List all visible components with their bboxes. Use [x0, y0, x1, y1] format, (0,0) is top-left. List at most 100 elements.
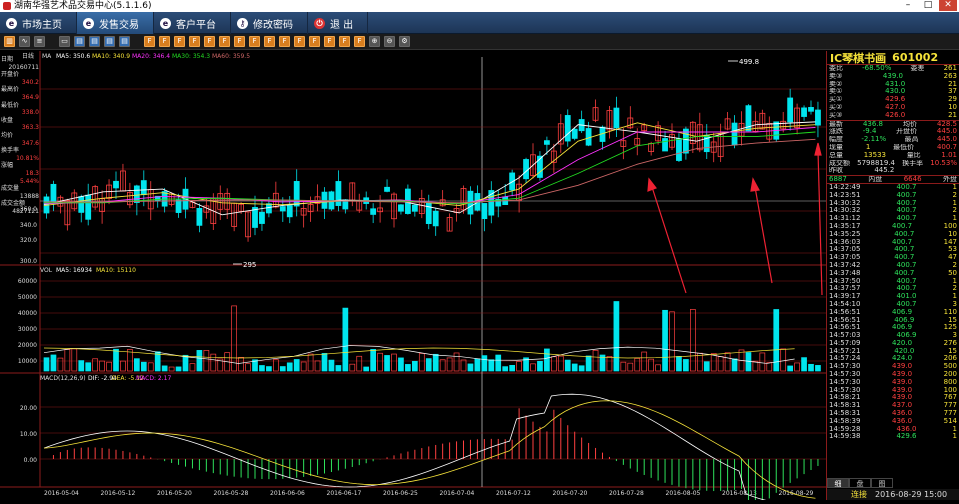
nav-trading[interactable]: e 发售交易	[77, 12, 154, 34]
nav-market-home[interactable]: e 市场主页	[0, 12, 77, 34]
info-label: 成交金额	[1, 200, 26, 208]
volume-bar	[286, 362, 293, 372]
nav-change-password[interactable]: ⚷ 修改密码	[231, 12, 308, 34]
info-label: 最低价	[1, 101, 20, 109]
volume-bar	[467, 363, 474, 372]
nav-client-platform[interactable]: e 客户平台	[154, 12, 231, 34]
ma30-legend: MA30: 354.3	[172, 53, 210, 60]
zoom-in-icon[interactable]: ⊕	[369, 36, 380, 47]
date-axis-label: 2016-07-28	[609, 490, 644, 497]
volume-bar	[571, 363, 578, 372]
tick-row: 14:57:21 420.0 15	[829, 347, 957, 355]
status-datetime: 2016-08-29 15:00	[875, 490, 948, 499]
function-key-icon[interactable]: F	[249, 36, 260, 47]
candle-body	[815, 109, 821, 126]
line-icon[interactable]: ∿	[19, 36, 30, 47]
function-key-icon[interactable]: F	[354, 36, 365, 47]
tool-icon[interactable]: ▤	[104, 36, 115, 47]
order-book-row: 买② 427.0 10	[829, 103, 957, 111]
info-label: 最高价	[1, 86, 20, 94]
info-value: 338.0	[21, 109, 39, 117]
tab-book[interactable]: 盘	[849, 478, 871, 488]
minimize-icon[interactable]: –	[899, 0, 917, 11]
window-controls: – □ ✕	[899, 0, 957, 12]
order-book-row: 卖① 430.0 37	[829, 88, 957, 96]
tool-icon[interactable]: ▭	[59, 36, 70, 47]
volume-axis-label: 30000	[18, 326, 37, 333]
volume-bar	[537, 360, 543, 372]
function-key-icon[interactable]: F	[279, 36, 290, 47]
tick-list[interactable]: 14:22:49 400.7 1 14:23:51 400.7 2 14:30:32 400.…	[827, 184, 959, 441]
volume-bar	[259, 365, 265, 372]
function-key-icon[interactable]: F	[189, 36, 200, 47]
vol-ma5-legend: MA5: 16934	[56, 267, 92, 274]
quote-stat-row: 成交额 5798819.4 换手率 10.53%	[829, 159, 957, 167]
chart-area[interactable]: MA MA5: 350.6 MA10: 340.9 MA20: 346.4 MA…	[0, 51, 826, 504]
tick-row: 14:37:05 400.7 53	[829, 246, 957, 254]
volume-bar	[815, 365, 821, 372]
candle-body	[252, 207, 258, 228]
in-out-row: 6887 内盘 6646 外盘	[827, 176, 959, 184]
function-key-icon[interactable]: F	[219, 36, 230, 47]
tick-row: 14:58:31 437.0 777	[829, 402, 957, 410]
tab-chart[interactable]: 图	[871, 478, 893, 488]
volume-bar	[544, 348, 550, 372]
settings-icon[interactable]: ⚙	[399, 36, 410, 47]
tick-row: 14:57:30 439.0 200	[829, 371, 957, 379]
date-axis-label: 2016-06-25	[383, 490, 418, 497]
close-icon[interactable]: ✕	[939, 0, 957, 11]
quote-stat-row: 最新 436.8 均价 428.5	[829, 120, 957, 128]
volume-bar	[196, 350, 203, 372]
info-value: 363.3	[21, 124, 39, 132]
volume-bar	[488, 359, 495, 372]
volume-bar	[266, 366, 272, 372]
tool-icon[interactable]: ▤	[119, 36, 130, 47]
info-value: 5.44%	[19, 177, 39, 185]
kline-icon[interactable]: ▥	[4, 36, 15, 47]
ma60-legend: MA60: 359.5	[212, 53, 250, 60]
connection-status: 连接	[851, 490, 867, 499]
toolbar-separator	[134, 36, 140, 47]
order-book-row: 卖③ 439.0 263	[829, 72, 957, 80]
function-key-icon[interactable]: F	[234, 36, 245, 47]
tick-row: 14:57:30 439.0 100	[829, 386, 957, 394]
info-label: 换手率	[1, 147, 20, 155]
candle-body	[50, 183, 57, 202]
macd-axis-label: 0.00	[24, 457, 38, 464]
function-key-icon[interactable]: F	[309, 36, 320, 47]
function-key-icon[interactable]: F	[144, 36, 155, 47]
globe-icon: e	[6, 17, 17, 29]
price-axis-label: 300.0	[20, 258, 37, 265]
function-key-icon[interactable]: F	[264, 36, 275, 47]
quote-stat-row: 现量 1 最低价 400.7	[829, 143, 957, 151]
tool-icon[interactable]: ▤	[74, 36, 85, 47]
function-key-icon[interactable]: F	[294, 36, 305, 47]
macd-legend: MACD: 2.17	[136, 375, 171, 382]
tick-row: 14:31:12 400.7 1	[829, 215, 957, 223]
function-key-icon[interactable]: F	[204, 36, 215, 47]
candle-body	[571, 128, 578, 139]
function-key-icon[interactable]: F	[159, 36, 170, 47]
maximize-icon[interactable]: □	[919, 0, 937, 11]
tool-icon[interactable]: ▤	[89, 36, 100, 47]
macd-axis-label: 10.00	[20, 431, 37, 438]
price-axis-label: 320.0	[20, 237, 37, 244]
function-key-icon[interactable]: F	[174, 36, 185, 47]
zoom-out-icon[interactable]: ⊖	[384, 36, 395, 47]
candle-body	[425, 202, 432, 225]
function-key-icon[interactable]: F	[339, 36, 350, 47]
tick-row: 14:54:10 400.7 3	[829, 300, 957, 308]
tick-row: 14:57:24 424.0 206	[829, 355, 957, 363]
tick-row: 14:58:31 436.0 777	[829, 410, 957, 418]
candle-body	[265, 203, 272, 214]
candle-body	[133, 185, 140, 203]
candle-body	[398, 204, 404, 212]
function-key-icon[interactable]: F	[324, 36, 335, 47]
mode-icon[interactable]: ≡	[34, 36, 45, 47]
tab-detail[interactable]: 细	[827, 478, 849, 488]
nav-logout[interactable]: ⏻ 退 出	[308, 12, 369, 34]
stock-chart[interactable]: MA MA5: 350.6 MA10: 340.9 MA20: 346.4 MA…	[0, 51, 826, 504]
volume-bar	[279, 366, 286, 372]
tick-row: 14:56:51 406.9 110	[829, 308, 957, 316]
quote-stat-row: 涨跌 -9.4 开盘价 445.0	[829, 128, 957, 136]
